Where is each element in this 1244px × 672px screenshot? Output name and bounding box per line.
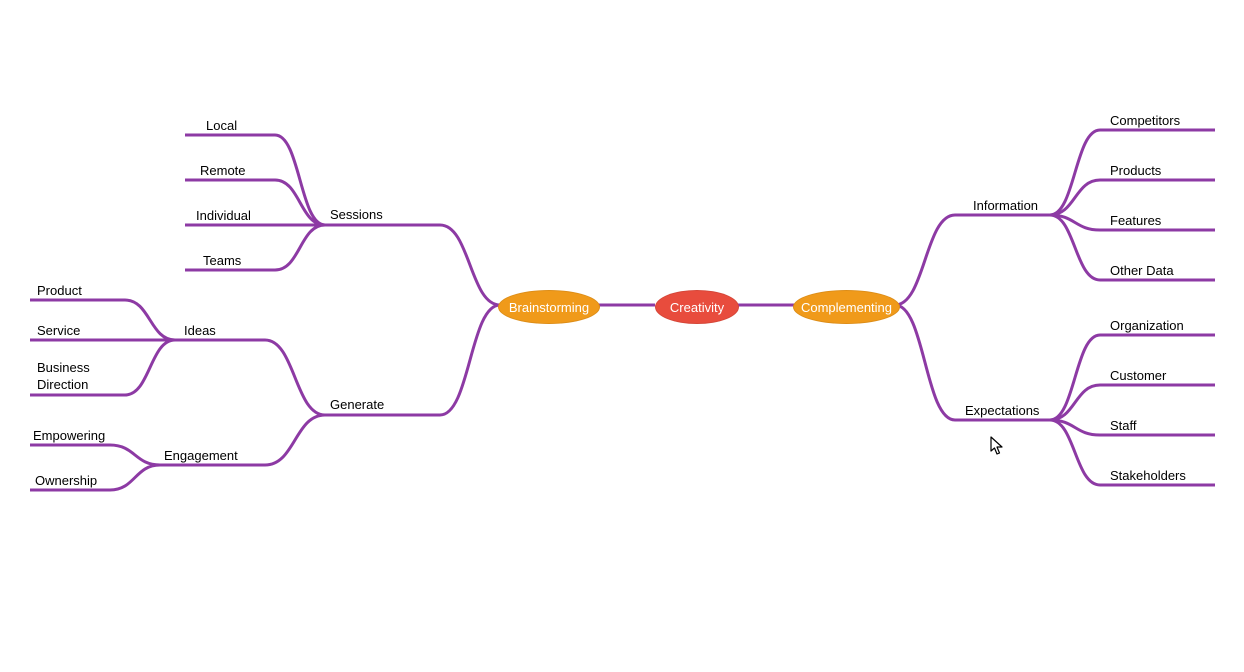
label-ideas[interactable]: Ideas xyxy=(184,323,216,340)
label-engagement[interactable]: Engagement xyxy=(164,448,238,465)
label-expectations[interactable]: Expectations xyxy=(965,403,1039,420)
label-competitors[interactable]: Competitors xyxy=(1110,113,1180,130)
label-features[interactable]: Features xyxy=(1110,213,1161,230)
label-other-data[interactable]: Other Data xyxy=(1110,263,1174,280)
label-remote[interactable]: Remote xyxy=(200,163,246,180)
node-complementing[interactable]: Complementing xyxy=(793,290,900,324)
label-sessions[interactable]: Sessions xyxy=(330,207,383,224)
label-stakeholders[interactable]: Stakeholders xyxy=(1110,468,1186,485)
label-product[interactable]: Product xyxy=(37,283,82,300)
label-information[interactable]: Information xyxy=(973,198,1038,215)
label-individual[interactable]: Individual xyxy=(196,208,251,225)
label-organization[interactable]: Organization xyxy=(1110,318,1184,335)
label-staff[interactable]: Staff xyxy=(1110,418,1137,435)
label-teams[interactable]: Teams xyxy=(203,253,241,270)
label-empowering[interactable]: Empowering xyxy=(33,428,105,445)
node-brainstorming[interactable]: Brainstorming xyxy=(498,290,600,324)
label-products[interactable]: Products xyxy=(1110,163,1161,180)
label-service[interactable]: Service xyxy=(37,323,80,340)
label-ownership[interactable]: Ownership xyxy=(35,473,97,490)
label-local[interactable]: Local xyxy=(206,118,237,135)
label-generate[interactable]: Generate xyxy=(330,397,384,414)
node-creativity[interactable]: Creativity xyxy=(655,290,739,324)
label-customer[interactable]: Customer xyxy=(1110,368,1166,385)
label-business-direction[interactable]: Business Direction xyxy=(37,360,90,394)
